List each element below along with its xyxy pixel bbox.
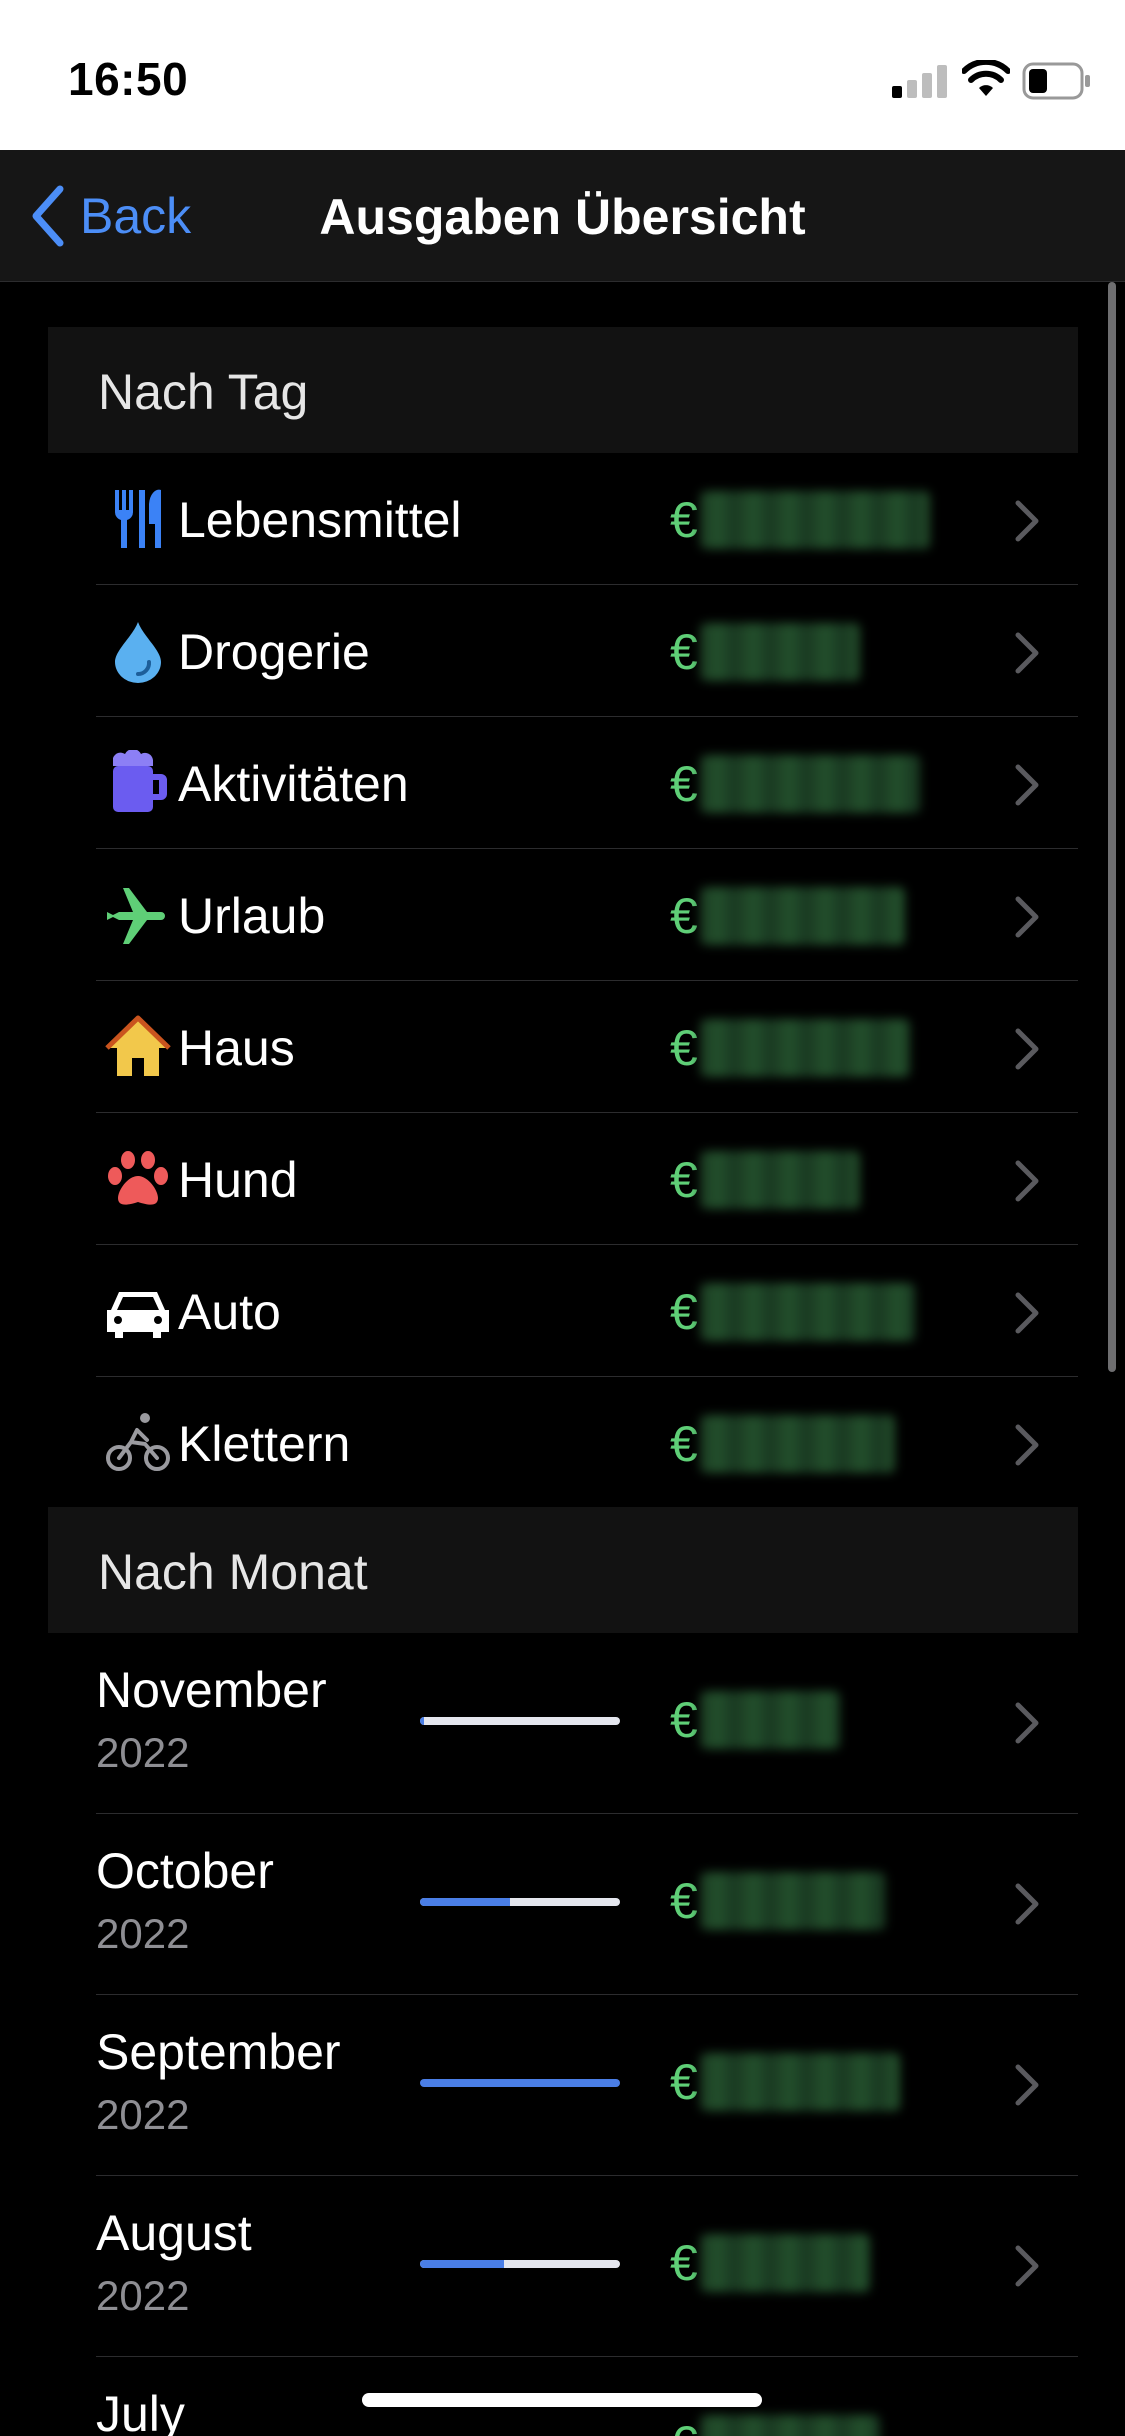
beer-mug-icon bbox=[102, 747, 174, 819]
chevron-right-icon bbox=[1015, 500, 1039, 542]
month-row-november[interactable]: November 2022 € bbox=[96, 1633, 1078, 1814]
section-header-by-month: Nach Monat bbox=[48, 1507, 1078, 1633]
category-row-aktivitaeten[interactable]: Aktivitäten € bbox=[96, 717, 1078, 849]
category-row-auto[interactable]: Auto € bbox=[96, 1245, 1078, 1377]
chevron-right-icon bbox=[1015, 1883, 1039, 1925]
amount-value: € bbox=[670, 1872, 885, 1930]
month-row-august[interactable]: August 2022 € bbox=[96, 2176, 1078, 2357]
month-row-september[interactable]: September 2022 € bbox=[96, 1995, 1078, 2176]
chevron-right-icon bbox=[1015, 764, 1039, 806]
category-row-urlaub[interactable]: Urlaub € bbox=[96, 849, 1078, 981]
home-indicator[interactable] bbox=[362, 2393, 762, 2407]
chevron-right-icon bbox=[1015, 1160, 1039, 1202]
category-row-haus[interactable]: Haus € bbox=[96, 981, 1078, 1113]
car-icon bbox=[102, 1275, 174, 1347]
drop-icon bbox=[102, 615, 174, 687]
category-row-hund[interactable]: Hund € bbox=[96, 1113, 1078, 1245]
amount-value: € bbox=[670, 2415, 880, 2436]
expense-list[interactable]: Nach Tag Lebensmittel € Drogerie € Aktiv… bbox=[0, 283, 1125, 2436]
chevron-right-icon bbox=[1015, 896, 1039, 938]
amount-value: € bbox=[670, 1151, 860, 1209]
category-row-drogerie[interactable]: Drogerie € bbox=[96, 585, 1078, 717]
amount-value: € bbox=[670, 887, 905, 945]
amount-value: € bbox=[670, 623, 860, 681]
spending-progress-bar bbox=[420, 1717, 620, 1725]
amount-value: € bbox=[670, 755, 920, 813]
chevron-right-icon bbox=[1015, 632, 1039, 674]
wifi-icon bbox=[962, 60, 1010, 96]
battery-icon bbox=[1022, 62, 1090, 100]
amount-value: € bbox=[670, 1691, 840, 1749]
category-row-lebensmittel[interactable]: Lebensmittel € bbox=[96, 453, 1078, 585]
amount-value: € bbox=[670, 2234, 870, 2292]
spending-progress-bar bbox=[420, 1898, 620, 1906]
airplane-icon bbox=[102, 879, 174, 951]
chevron-right-icon bbox=[1015, 1028, 1039, 1070]
page-title: Ausgaben Übersicht bbox=[319, 189, 806, 245]
status-time: 16:50 bbox=[68, 53, 189, 105]
chevron-right-icon bbox=[1015, 1292, 1039, 1334]
amount-value: € bbox=[670, 1283, 915, 1341]
spending-progress-bar bbox=[420, 2079, 620, 2087]
amount-value: € bbox=[670, 1019, 910, 1077]
paw-icon bbox=[102, 1143, 174, 1215]
cyclist-icon bbox=[102, 1407, 174, 1479]
chevron-right-icon bbox=[1015, 2064, 1039, 2106]
category-row-klettern[interactable]: Klettern € bbox=[96, 1377, 1078, 1509]
amount-value: € bbox=[670, 491, 930, 549]
amount-value: € bbox=[670, 2053, 900, 2111]
chevron-right-icon bbox=[1015, 1424, 1039, 1466]
chevron-right-icon bbox=[1015, 1702, 1039, 1744]
house-icon bbox=[102, 1011, 174, 1083]
status-bar: 16:50 bbox=[0, 0, 1125, 150]
navigation-bar: Back Ausgaben Übersicht bbox=[0, 150, 1125, 282]
month-row-october[interactable]: October 2022 € bbox=[96, 1814, 1078, 1995]
cellular-signal-icon bbox=[892, 64, 948, 98]
scrollbar[interactable] bbox=[1108, 282, 1116, 1372]
section-header-by-day: Nach Tag bbox=[48, 327, 1078, 453]
chevron-right-icon bbox=[1015, 2245, 1039, 2287]
fork-knife-icon bbox=[102, 483, 174, 555]
amount-value: € bbox=[670, 1415, 895, 1473]
spending-progress-bar bbox=[420, 2260, 620, 2268]
